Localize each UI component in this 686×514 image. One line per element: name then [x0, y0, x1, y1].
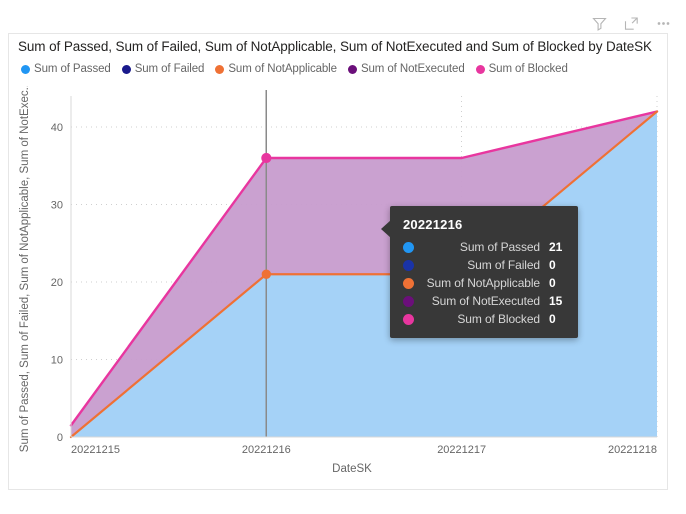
legend-item-notapplicable[interactable]: Sum of NotApplicable — [215, 63, 337, 75]
tooltip-row-notapplicable: Sum of NotApplicable 0 — [403, 276, 565, 290]
svg-text:10: 10 — [51, 355, 63, 367]
tooltip-swatch-blocked — [403, 313, 414, 325]
tooltip-swatch-failed — [403, 259, 414, 271]
tooltip-value-passed: 21 — [549, 240, 563, 254]
legend-swatch-notapplicable — [215, 64, 225, 74]
tooltip-swatch-notapplicable — [403, 277, 414, 289]
legend-label-notexecuted: Sum of NotExecuted — [360, 63, 465, 75]
chart-tooltip: 20221216 Sum of Passed 21 Sum of Failed … — [381, 206, 578, 338]
svg-text:20221216: 20221216 — [242, 444, 291, 456]
focus-mode-icon[interactable] — [622, 14, 640, 32]
svg-text:20: 20 — [51, 277, 63, 289]
legend-swatch-blocked — [475, 64, 485, 74]
svg-text:DateSK: DateSK — [332, 463, 372, 475]
tooltip-value-notexecuted: 15 — [549, 294, 563, 308]
tooltip-row-notexecuted: Sum of NotExecuted 15 — [403, 294, 565, 308]
tooltip-title: 20221216 — [403, 217, 463, 232]
legend-label-blocked: Sum of Blocked — [488, 63, 568, 75]
tooltip-value-notapplicable: 0 — [549, 276, 556, 290]
chart-legend: Sum of Passed Sum of Failed Sum of NotAp… — [21, 63, 568, 75]
svg-text:20221215: 20221215 — [71, 444, 120, 456]
filter-icon[interactable] — [590, 14, 608, 32]
legend-swatch-failed — [121, 64, 131, 74]
tooltip-swatch-notexecuted — [403, 295, 414, 307]
legend-item-passed[interactable]: Sum of Passed — [21, 63, 111, 75]
legend-label-notapplicable: Sum of NotApplicable — [228, 63, 337, 75]
visual-header-icons — [590, 14, 672, 32]
svg-text:30: 30 — [51, 200, 63, 212]
tooltip-row-blocked: Sum of Blocked 0 — [403, 312, 565, 326]
tooltip-value-failed: 0 — [549, 258, 556, 272]
tooltip-swatch-passed — [403, 241, 414, 253]
svg-text:0: 0 — [57, 432, 63, 444]
legend-swatch-passed — [21, 64, 30, 74]
tooltip-row-passed: Sum of Passed 21 — [403, 240, 565, 254]
svg-text:20221218: 20221218 — [608, 444, 657, 456]
tooltip-label-failed: Sum of Failed — [467, 258, 540, 272]
legend-label-passed: Sum of Passed — [34, 63, 111, 75]
legend-swatch-notexecuted — [347, 64, 357, 74]
legend-item-failed[interactable]: Sum of Failed — [121, 63, 205, 75]
legend-label-failed: Sum of Failed — [134, 63, 205, 75]
svg-text:Sum of Passed, Sum of Failed,: Sum of Passed, Sum of Failed, Sum of Not… — [19, 86, 31, 452]
tooltip-value-blocked: 0 — [549, 312, 556, 326]
legend-item-notexecuted[interactable]: Sum of NotExecuted — [347, 63, 465, 75]
tooltip-row-failed: Sum of Failed 0 — [403, 258, 565, 272]
tooltip-label-notexecuted: Sum of NotExecuted — [431, 294, 540, 308]
tooltip-label-notapplicable: Sum of NotApplicable — [426, 276, 541, 290]
svg-text:20221217: 20221217 — [437, 444, 486, 456]
more-options-icon[interactable] — [654, 14, 672, 32]
page-title: Sum of Passed, Sum of Failed, Sum of Not… — [18, 39, 652, 54]
chart-visual-card: Sum of Passed, Sum of Failed, Sum of Not… — [8, 33, 668, 490]
tooltip-arrow-icon — [381, 220, 391, 238]
tooltip-label-passed: Sum of Passed — [459, 240, 540, 254]
legend-item-blocked[interactable]: Sum of Blocked — [475, 63, 568, 75]
svg-text:40: 40 — [51, 122, 63, 134]
tooltip-label-blocked: Sum of Blocked — [457, 312, 540, 326]
